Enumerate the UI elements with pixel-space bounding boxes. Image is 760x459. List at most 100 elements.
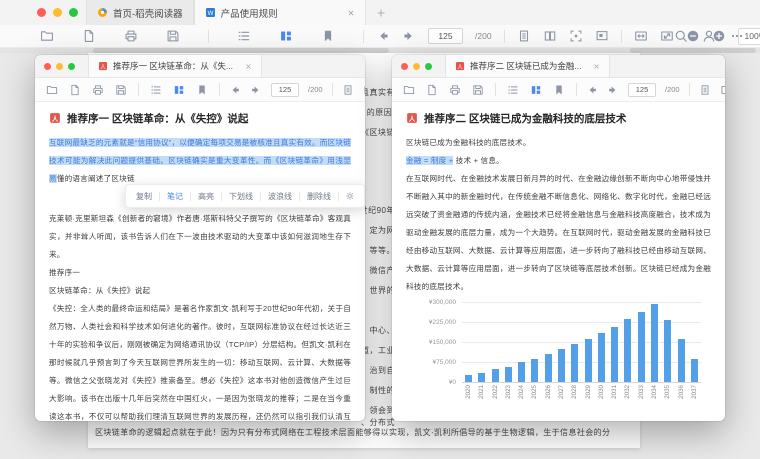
bookmark-button[interactable] xyxy=(321,29,335,43)
close-window-button[interactable] xyxy=(44,63,51,70)
chart-x-tick-label: 2020 xyxy=(465,385,472,399)
save-button[interactable] xyxy=(472,84,484,96)
chart-gridline xyxy=(462,382,701,383)
fullscreen-window-button[interactable] xyxy=(68,63,75,70)
fullscreen-window-button[interactable] xyxy=(69,8,78,17)
minimize-window-button[interactable] xyxy=(413,63,420,70)
chart-y-tick-label: ¥75,000 xyxy=(433,359,457,366)
single-page-button[interactable] xyxy=(699,84,711,96)
pdf-tab[interactable]: 推荐序二 区块链已成为金融... xyxy=(445,55,610,77)
fit-page-button[interactable] xyxy=(660,29,674,43)
chart-x-tick-label: 2031 xyxy=(611,385,618,399)
file-icon xyxy=(82,29,96,43)
print-button[interactable] xyxy=(124,29,138,43)
open-file-button[interactable] xyxy=(40,29,54,43)
outline-button[interactable] xyxy=(150,84,162,96)
list-icon xyxy=(150,84,162,96)
new-file-button[interactable] xyxy=(82,29,96,43)
pdf-window-two-titlebar: 推荐序二 区块链已成为金融... xyxy=(392,55,725,78)
new-tab-button[interactable] xyxy=(376,8,386,18)
tab-home-label: 首页-稻壳阅读器 xyxy=(113,6,183,20)
thumbnail-view-button[interactable] xyxy=(530,84,542,96)
printer-icon xyxy=(449,84,461,96)
bookmark-button[interactable] xyxy=(553,84,565,96)
minimize-window-button[interactable] xyxy=(53,8,62,17)
single-page-button[interactable] xyxy=(342,84,354,96)
selection-underline-button[interactable]: 下划线 xyxy=(222,191,260,202)
selection-highlight-button[interactable]: 高亮 xyxy=(191,191,221,202)
next-page-button[interactable] xyxy=(607,84,619,96)
selection-settings-button[interactable] xyxy=(339,191,361,201)
single-page-button[interactable] xyxy=(517,29,531,43)
selection-strikethrough-button[interactable]: 删除线 xyxy=(300,191,338,202)
toolbar-divider xyxy=(219,83,220,96)
background-text-fragment: 且真实有 xyxy=(361,87,395,98)
two-page-view-button[interactable] xyxy=(363,84,365,96)
open-file-button[interactable] xyxy=(403,84,415,96)
new-file-button[interactable] xyxy=(69,84,81,96)
minimize-window-button[interactable] xyxy=(56,63,63,70)
next-page-button[interactable] xyxy=(250,84,262,96)
chart-x-tick-label: 2027 xyxy=(558,385,565,399)
prev-page-button[interactable] xyxy=(586,84,598,96)
close-window-button[interactable] xyxy=(401,63,408,70)
page-number-input[interactable]: 125 xyxy=(428,28,463,44)
chart-x-tick-label: 2034 xyxy=(651,385,658,399)
selection-wavy-line-button[interactable]: 波浪线 xyxy=(261,191,299,202)
pdf-tab[interactable]: 推荐序一 区块链革命：从《失... xyxy=(88,55,262,77)
close-tab-icon[interactable] xyxy=(347,9,355,17)
more-options-button[interactable] xyxy=(730,29,744,43)
selection-copy-button[interactable]: 复制 xyxy=(129,191,159,202)
save-button[interactable] xyxy=(166,29,180,43)
open-file-button[interactable] xyxy=(46,84,58,96)
prev-page-button[interactable] xyxy=(376,29,390,43)
print-button[interactable] xyxy=(449,84,461,96)
print-button[interactable] xyxy=(92,84,104,96)
snapshot-button[interactable] xyxy=(569,29,583,43)
save-button[interactable] xyxy=(115,84,127,96)
save-icon xyxy=(115,84,127,96)
outline-button[interactable] xyxy=(237,29,251,43)
chart-y-tick-label: ¥0 xyxy=(449,379,456,386)
bookmark-icon xyxy=(553,84,565,96)
arrow-right-icon xyxy=(250,84,262,96)
chart-y-tick-label: ¥300,000 xyxy=(429,299,456,306)
chart-x-tick-label: 2023 xyxy=(505,385,512,399)
outline-button[interactable] xyxy=(507,84,519,96)
prev-page-button[interactable] xyxy=(229,84,241,96)
thumbnail-view-button[interactable] xyxy=(173,84,185,96)
close-window-button[interactable] xyxy=(37,8,46,17)
app-logo-icon xyxy=(97,7,108,18)
pdf-window-two: 推荐序二 区块链已成为金融... 125/200 推荐序二 区块链已成为金融科技… xyxy=(392,55,725,421)
fit-width-button[interactable] xyxy=(634,29,648,43)
main-toolbar-right xyxy=(674,25,744,47)
window-controls xyxy=(44,63,75,70)
two-page-view-button[interactable] xyxy=(720,84,725,96)
selection-note-button[interactable]: 笔记 xyxy=(160,191,190,202)
chart-bar xyxy=(492,369,499,382)
bar-chart: ¥0¥75,000¥150,000¥225,000¥300,000 202020… xyxy=(406,302,711,414)
gear-icon xyxy=(345,191,355,201)
close-tab-icon[interactable] xyxy=(593,63,600,70)
chart-plot-area xyxy=(462,302,701,382)
page-number-input[interactable]: 125 xyxy=(271,83,299,97)
close-tab-icon[interactable] xyxy=(245,63,252,70)
arrow-left-icon xyxy=(229,84,241,96)
new-file-button[interactable] xyxy=(426,84,438,96)
two-page-view-button[interactable] xyxy=(543,29,557,43)
paragraph: 推荐序一 xyxy=(49,264,351,282)
next-page-button[interactable] xyxy=(402,29,416,43)
toolbar-divider xyxy=(689,83,690,96)
pdf-file-icon xyxy=(455,61,465,71)
tab-home[interactable]: 首页-稻壳阅读器 xyxy=(86,0,194,25)
page-number-input[interactable]: 125 xyxy=(628,83,656,97)
thumbnail-view-button[interactable] xyxy=(279,29,293,43)
clip-button[interactable] xyxy=(595,29,609,43)
bookmark-button[interactable] xyxy=(196,84,208,96)
highlighted-text[interactable]: 金融 = 制度 + xyxy=(406,156,453,165)
search-button[interactable] xyxy=(674,29,688,43)
chart-bar xyxy=(531,359,538,382)
tab-document[interactable]: 产品使用规则 xyxy=(194,0,366,25)
account-button[interactable] xyxy=(702,29,716,43)
fullscreen-window-button[interactable] xyxy=(425,63,432,70)
